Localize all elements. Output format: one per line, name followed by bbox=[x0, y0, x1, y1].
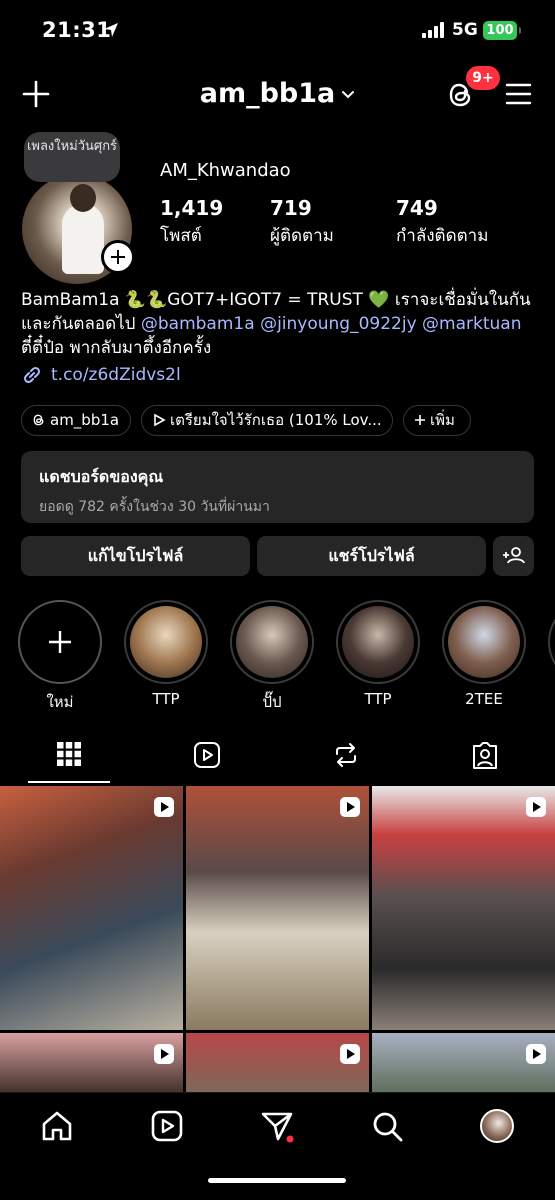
plus-icon bbox=[415, 415, 425, 425]
stat-posts[interactable]: 1,419 โพสต์ bbox=[160, 196, 223, 249]
grid-post[interactable] bbox=[372, 786, 555, 1030]
stat-following-count: 749 bbox=[396, 196, 438, 220]
music-chip[interactable]: เตรียมใจไว้รักเธอ (101% Lov... bbox=[141, 405, 393, 436]
dashboard-title: แดชบอร์ดของคุณ bbox=[39, 467, 164, 486]
bottom-nav bbox=[0, 1092, 555, 1200]
search-icon[interactable] bbox=[370, 1109, 404, 1143]
profile-header: am_bb1a 9+ bbox=[0, 66, 555, 122]
stat-followers-label: ผู้ติดตาม bbox=[270, 226, 334, 246]
signal-icon bbox=[422, 22, 446, 38]
professional-dashboard[interactable]: แดชบอร์ดของคุณ ยอดดู 782 ครั้งในช่วง 30 … bbox=[21, 451, 534, 523]
grid-icon bbox=[57, 742, 81, 766]
home-icon[interactable] bbox=[40, 1109, 74, 1143]
stat-followers-count: 719 bbox=[270, 196, 312, 220]
edit-profile-button[interactable]: แก้ไขโปรไฟล์ bbox=[21, 536, 250, 576]
grid-post[interactable] bbox=[0, 1033, 183, 1096]
profile-tabs bbox=[0, 735, 555, 785]
grid-post[interactable] bbox=[0, 786, 183, 1030]
tab-posts[interactable] bbox=[0, 735, 138, 785]
grid-post[interactable] bbox=[372, 1033, 555, 1096]
posts-grid bbox=[0, 786, 555, 1096]
stat-posts-count: 1,419 bbox=[160, 196, 224, 220]
link-icon bbox=[23, 366, 41, 384]
bio-link-text: t.co/z6dZidvs2l bbox=[51, 365, 181, 385]
threads-icon bbox=[33, 414, 44, 426]
network-type: 5G bbox=[452, 20, 478, 40]
highlight-item[interactable]: ปั๊ป bbox=[230, 600, 314, 714]
highlight-item[interactable]: TTP bbox=[124, 600, 208, 708]
grid-post[interactable] bbox=[186, 786, 369, 1030]
battery-icon: 100 bbox=[483, 21, 521, 40]
chevron-down-icon bbox=[342, 90, 355, 98]
add-chip[interactable]: เพิ่ม bbox=[403, 405, 471, 436]
dashboard-subtitle: ยอดดู 782 ครั้งในช่วง 30 วันที่ผ่านมา bbox=[39, 499, 270, 515]
plus-icon bbox=[49, 631, 71, 653]
music-chip-label: เตรียมใจไว้รักเธอ (101% Lov... bbox=[170, 411, 382, 429]
status-bar: 21:31 5G 100 bbox=[0, 0, 555, 60]
highlight-label: ปั๊ป bbox=[262, 693, 282, 711]
bio-line-2-text: และกันตลอดไป bbox=[21, 314, 141, 334]
reel-icon bbox=[154, 1044, 174, 1064]
reel-icon bbox=[154, 797, 174, 817]
stat-following[interactable]: 749 กำลังติดตาม bbox=[396, 196, 488, 249]
reel-icon bbox=[526, 1044, 546, 1064]
highlight-item[interactable]: 2TEE bbox=[442, 600, 526, 708]
bio-line-3: ตี๋ตี๋ป๋อ พากลับมาตึ้งอีกครั้ง bbox=[21, 338, 212, 358]
stat-following-label: กำลังติดตาม bbox=[396, 226, 489, 246]
bio-line-2: และกันตลอดไป @bambam1a @jinyoung_0922jy … bbox=[21, 312, 541, 336]
username: am_bb1a bbox=[199, 78, 336, 109]
threads-chip-label: am_bb1a bbox=[50, 411, 120, 429]
highlight-label: TTP bbox=[364, 690, 392, 708]
tab-reels[interactable] bbox=[138, 735, 276, 785]
highlight-label: 2TEE bbox=[465, 690, 503, 708]
mention-link[interactable]: @bambam1a bbox=[141, 314, 255, 334]
tab-tagged[interactable] bbox=[416, 735, 554, 785]
reels-icon bbox=[194, 742, 220, 768]
add-chip-label: เพิ่ม bbox=[430, 411, 455, 429]
status-time: 21:31 bbox=[42, 18, 112, 42]
mention-link[interactable]: @marktuan bbox=[422, 314, 521, 334]
add-story-icon[interactable] bbox=[101, 240, 135, 274]
reel-icon bbox=[340, 797, 360, 817]
share-profile-button[interactable]: แชร์โปรไฟล์ bbox=[257, 536, 486, 576]
tab-reposts[interactable] bbox=[277, 735, 415, 785]
stat-posts-label: โพสต์ bbox=[160, 226, 202, 246]
highlight-item[interactable] bbox=[548, 600, 555, 684]
discover-people-button[interactable] bbox=[493, 536, 534, 576]
profile-note[interactable]: เพลงใหม่วันศุกร์ bbox=[24, 132, 120, 182]
highlight-new[interactable]: ใหม่ bbox=[18, 600, 102, 714]
profile-avatar-icon[interactable] bbox=[480, 1109, 514, 1143]
highlight-label: TTP bbox=[152, 690, 180, 708]
reels-icon[interactable] bbox=[150, 1109, 184, 1143]
bio-link[interactable]: t.co/z6dZidvs2l bbox=[21, 364, 181, 386]
mention-link[interactable]: @jinyoung_0922jy bbox=[260, 314, 417, 334]
story-highlights: ใหม่ TTP ปั๊ป TTP 2TEE bbox=[0, 600, 555, 711]
threads-chip[interactable]: am_bb1a bbox=[21, 405, 131, 436]
highlight-item[interactable]: TTP bbox=[336, 600, 420, 708]
play-icon bbox=[154, 413, 166, 427]
reel-icon bbox=[526, 797, 546, 817]
profile-section: เพลงใหม่วันศุกร์ AM_Khwandao 1,419 โพสต์… bbox=[0, 130, 555, 284]
menu-icon[interactable] bbox=[505, 82, 532, 106]
repost-icon bbox=[336, 743, 356, 767]
notification-badge: 9+ bbox=[466, 66, 500, 90]
home-indicator bbox=[208, 1178, 346, 1183]
highlight-label: ใหม่ bbox=[46, 693, 74, 711]
bio: BamBam1a 🐍🐍GOT7+IGOT7 = TRUST 💚 เราจะเชื… bbox=[21, 288, 541, 360]
add-person-icon bbox=[503, 547, 525, 564]
stat-followers[interactable]: 719 ผู้ติดตาม bbox=[270, 196, 334, 249]
reel-icon bbox=[340, 1044, 360, 1064]
direct-message-icon[interactable] bbox=[260, 1109, 294, 1143]
grid-post[interactable] bbox=[186, 1033, 369, 1096]
bio-line-1: BamBam1a 🐍🐍GOT7+IGOT7 = TRUST 💚 เราจะเชื… bbox=[21, 290, 531, 310]
display-name: AM_Khwandao bbox=[160, 160, 291, 181]
tagged-icon bbox=[473, 742, 497, 769]
location-arrow-icon bbox=[104, 23, 118, 37]
